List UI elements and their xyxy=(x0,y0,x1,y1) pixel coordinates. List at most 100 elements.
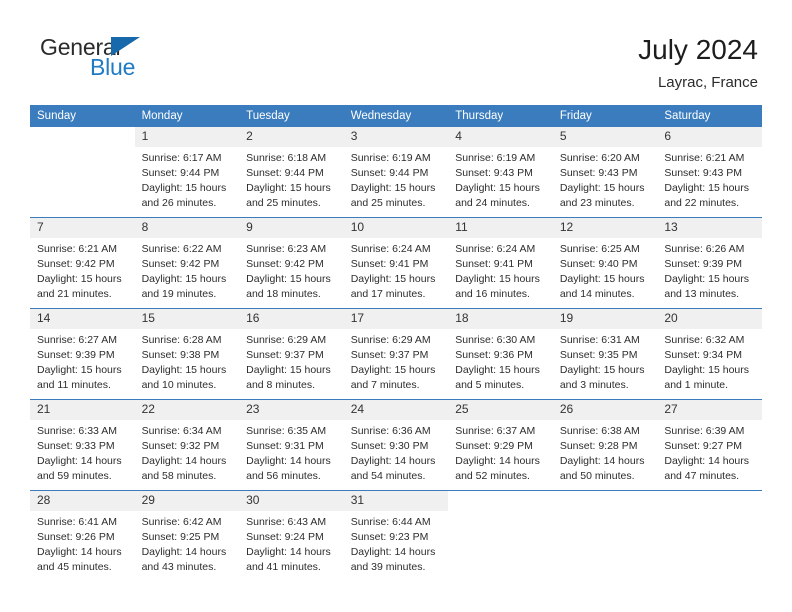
day-cell[interactable]: 15 Sunrise: 6:28 AM Sunset: 9:38 PM Dayl… xyxy=(134,309,240,400)
day-details: Sunrise: 6:29 AM Sunset: 9:37 PM Dayligh… xyxy=(344,329,449,393)
day-cell[interactable]: 12 Sunrise: 6:25 AM Sunset: 9:40 PM Dayl… xyxy=(552,218,658,309)
sunrise-text: Sunrise: 6:27 AM xyxy=(37,334,117,347)
day-number xyxy=(30,127,135,147)
calendar-body: 1 Sunrise: 6:17 AM Sunset: 9:44 PM Dayli… xyxy=(30,127,762,581)
sunset-text: Sunset: 9:44 PM xyxy=(246,167,324,180)
day-number: 6 xyxy=(657,127,762,148)
day-cell[interactable]: 22 Sunrise: 6:34 AM Sunset: 9:32 PM Dayl… xyxy=(134,400,240,491)
daylight-text: Daylight: 15 hours and 13 minutes. xyxy=(664,273,750,300)
day-cell[interactable]: 21 Sunrise: 6:33 AM Sunset: 9:33 PM Dayl… xyxy=(30,400,135,491)
day-cell[interactable]: 19 Sunrise: 6:31 AM Sunset: 9:35 PM Dayl… xyxy=(552,309,658,400)
sunrise-text: Sunrise: 6:24 AM xyxy=(455,243,536,256)
sunset-text: Sunset: 9:33 PM xyxy=(37,440,115,453)
day-number: 9 xyxy=(239,218,344,239)
sunset-text: Sunset: 9:42 PM xyxy=(141,258,220,271)
day-number: 27 xyxy=(657,400,762,421)
day-number: 11 xyxy=(448,218,553,239)
daylight-text: Daylight: 15 hours and 25 minutes. xyxy=(246,182,331,209)
day-cell[interactable]: 1 Sunrise: 6:17 AM Sunset: 9:44 PM Dayli… xyxy=(134,127,240,218)
day-details: Sunrise: 6:35 AM Sunset: 9:31 PM Dayligh… xyxy=(239,420,344,484)
sunrise-text: Sunrise: 6:23 AM xyxy=(246,243,327,256)
day-details: Sunrise: 6:28 AM Sunset: 9:38 PM Dayligh… xyxy=(135,329,240,393)
day-details: Sunrise: 6:38 AM Sunset: 9:28 PM Dayligh… xyxy=(553,420,658,484)
daylight-text: Daylight: 15 hours and 22 minutes. xyxy=(664,182,750,209)
month-calendar-table: Sunday Monday Tuesday Wednesday Thursday… xyxy=(30,105,762,581)
weekday-header-monday: Monday xyxy=(134,105,240,127)
sunset-text: Sunset: 9:37 PM xyxy=(246,349,324,362)
day-cell[interactable]: 5 Sunrise: 6:20 AM Sunset: 9:43 PM Dayli… xyxy=(552,127,658,218)
day-cell[interactable]: 10 Sunrise: 6:24 AM Sunset: 9:41 PM Dayl… xyxy=(343,218,449,309)
day-cell[interactable]: 24 Sunrise: 6:36 AM Sunset: 9:30 PM Dayl… xyxy=(343,400,449,491)
sunrise-text: Sunrise: 6:19 AM xyxy=(455,152,536,165)
day-cell[interactable]: 14 Sunrise: 6:27 AM Sunset: 9:39 PM Dayl… xyxy=(30,309,135,400)
day-cell[interactable]: 31 Sunrise: 6:44 AM Sunset: 9:23 PM Dayl… xyxy=(343,491,449,582)
day-cell[interactable]: 4 Sunrise: 6:19 AM Sunset: 9:43 PM Dayli… xyxy=(448,127,553,218)
day-cell[interactable]: 7 Sunrise: 6:21 AM Sunset: 9:42 PM Dayli… xyxy=(30,218,135,309)
day-details: Sunrise: 6:25 AM Sunset: 9:40 PM Dayligh… xyxy=(553,238,658,302)
day-cell[interactable]: 29 Sunrise: 6:42 AM Sunset: 9:25 PM Dayl… xyxy=(134,491,240,582)
day-cell[interactable]: 9 Sunrise: 6:23 AM Sunset: 9:42 PM Dayli… xyxy=(239,218,344,309)
sunrise-text: Sunrise: 6:43 AM xyxy=(246,516,327,529)
day-cell[interactable] xyxy=(30,127,135,218)
daylight-text: Daylight: 15 hours and 16 minutes. xyxy=(455,273,540,300)
day-cell[interactable]: 8 Sunrise: 6:22 AM Sunset: 9:42 PM Dayli… xyxy=(134,218,240,309)
calendar-week-row: 14 Sunrise: 6:27 AM Sunset: 9:39 PM Dayl… xyxy=(30,308,762,400)
calendar-week-row: 21 Sunrise: 6:33 AM Sunset: 9:33 PM Dayl… xyxy=(30,399,762,491)
day-number: 12 xyxy=(552,218,658,239)
day-cell[interactable]: 3 Sunrise: 6:19 AM Sunset: 9:44 PM Dayli… xyxy=(343,127,449,218)
day-details: Sunrise: 6:18 AM Sunset: 9:44 PM Dayligh… xyxy=(239,147,344,211)
day-details: Sunrise: 6:24 AM Sunset: 9:41 PM Dayligh… xyxy=(448,238,553,302)
day-number: 3 xyxy=(343,127,449,148)
sunrise-text: Sunrise: 6:22 AM xyxy=(141,243,222,256)
day-cell[interactable]: 25 Sunrise: 6:37 AM Sunset: 9:29 PM Dayl… xyxy=(448,400,553,491)
day-details: Sunrise: 6:19 AM Sunset: 9:44 PM Dayligh… xyxy=(344,147,449,211)
day-cell[interactable] xyxy=(657,491,762,582)
day-cell[interactable]: 30 Sunrise: 6:43 AM Sunset: 9:24 PM Dayl… xyxy=(239,491,344,582)
day-cell[interactable]: 2 Sunrise: 6:18 AM Sunset: 9:44 PM Dayli… xyxy=(239,127,344,218)
sunset-text: Sunset: 9:44 PM xyxy=(350,167,429,180)
sunset-text: Sunset: 9:43 PM xyxy=(664,167,743,180)
day-cell[interactable]: 13 Sunrise: 6:26 AM Sunset: 9:39 PM Dayl… xyxy=(657,218,762,309)
day-cell[interactable]: 27 Sunrise: 6:39 AM Sunset: 9:27 PM Dayl… xyxy=(657,400,762,491)
sunset-text: Sunset: 9:38 PM xyxy=(141,349,220,362)
day-cell[interactable]: 6 Sunrise: 6:21 AM Sunset: 9:43 PM Dayli… xyxy=(657,127,762,218)
day-cell[interactable]: 17 Sunrise: 6:29 AM Sunset: 9:37 PM Dayl… xyxy=(343,309,449,400)
daylight-text: Daylight: 15 hours and 10 minutes. xyxy=(141,364,227,391)
sunrise-text: Sunrise: 6:30 AM xyxy=(455,334,536,347)
general-blue-logo[interactable]: General Blue xyxy=(34,32,154,82)
day-details: Sunrise: 6:30 AM Sunset: 9:36 PM Dayligh… xyxy=(448,329,553,393)
daylight-text: Daylight: 14 hours and 56 minutes. xyxy=(246,455,331,482)
sunset-text: Sunset: 9:28 PM xyxy=(559,440,638,453)
day-details: Sunrise: 6:33 AM Sunset: 9:33 PM Dayligh… xyxy=(30,420,135,484)
day-cell[interactable]: 16 Sunrise: 6:29 AM Sunset: 9:37 PM Dayl… xyxy=(239,309,344,400)
day-cell[interactable] xyxy=(553,491,658,582)
day-cell[interactable]: 18 Sunrise: 6:30 AM Sunset: 9:36 PM Dayl… xyxy=(448,309,553,400)
sunrise-text: Sunrise: 6:25 AM xyxy=(559,243,640,256)
daylight-text: Daylight: 15 hours and 19 minutes. xyxy=(141,273,227,300)
logo-text-blue: Blue xyxy=(90,54,136,80)
day-number: 17 xyxy=(343,309,449,330)
day-details: Sunrise: 6:21 AM Sunset: 9:43 PM Dayligh… xyxy=(657,147,762,211)
day-cell[interactable]: 23 Sunrise: 6:35 AM Sunset: 9:31 PM Dayl… xyxy=(239,400,344,491)
location-subtitle: Layrac, France xyxy=(657,74,758,92)
daylight-text: Daylight: 15 hours and 8 minutes. xyxy=(246,364,331,391)
daylight-text: Daylight: 15 hours and 5 minutes. xyxy=(455,364,540,391)
day-cell[interactable]: 20 Sunrise: 6:32 AM Sunset: 9:34 PM Dayl… xyxy=(657,309,762,400)
daylight-text: Daylight: 14 hours and 47 minutes. xyxy=(664,455,750,482)
sunset-text: Sunset: 9:31 PM xyxy=(246,440,324,453)
day-number xyxy=(448,491,553,511)
daylight-text: Daylight: 15 hours and 3 minutes. xyxy=(559,364,645,391)
day-cell[interactable]: 28 Sunrise: 6:41 AM Sunset: 9:26 PM Dayl… xyxy=(30,491,135,582)
weekday-header-sunday: Sunday xyxy=(30,105,135,127)
day-number: 24 xyxy=(343,400,449,421)
day-cell[interactable]: 11 Sunrise: 6:24 AM Sunset: 9:41 PM Dayl… xyxy=(448,218,553,309)
day-number: 4 xyxy=(448,127,553,148)
daylight-text: Daylight: 15 hours and 7 minutes. xyxy=(350,364,436,391)
day-cell[interactable]: 26 Sunrise: 6:38 AM Sunset: 9:28 PM Dayl… xyxy=(552,400,658,491)
day-number: 14 xyxy=(30,309,135,330)
weekday-header-friday: Friday xyxy=(552,105,658,127)
day-cell[interactable] xyxy=(448,491,553,582)
sunset-text: Sunset: 9:36 PM xyxy=(455,349,533,362)
sunrise-text: Sunrise: 6:37 AM xyxy=(455,425,536,438)
sunrise-text: Sunrise: 6:39 AM xyxy=(664,425,745,438)
